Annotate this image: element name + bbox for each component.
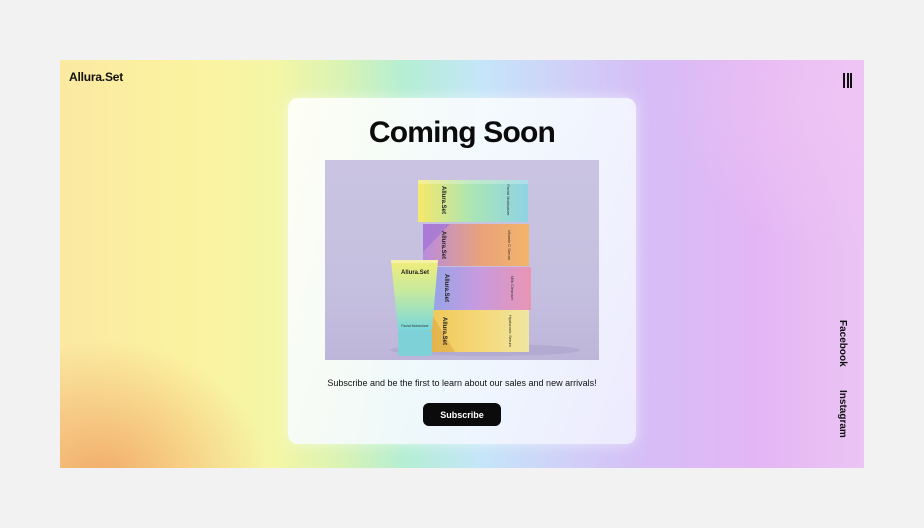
svg-text:Allura.Set: Allura.Set <box>441 317 447 345</box>
product-tube: Allura.Set Facial Moisturizer <box>391 260 438 356</box>
product-box-2: Allura.Set Vitamin C Serum <box>423 224 529 266</box>
page-title: Coming Soon <box>368 116 556 149</box>
svg-text:Milk Cleanser: Milk Cleanser <box>510 276 515 301</box>
svg-text:Facial Moisturizer: Facial Moisturizer <box>401 324 429 328</box>
svg-text:Facial Moisturizer: Facial Moisturizer <box>506 184 511 216</box>
svg-text:Allura.Set: Allura.Set <box>440 231 446 259</box>
subscribe-description: Subscribe and be the first to learn abou… <box>327 378 597 388</box>
product-box-1: Allura.Set Facial Moisturizer <box>418 180 528 222</box>
brand-logo[interactable]: Allura.Set <box>69 70 123 84</box>
svg-text:Allura.Set: Allura.Set <box>440 186 446 214</box>
svg-text:Allura.Set: Allura.Set <box>401 270 429 276</box>
product-box-3: Allura.Set Milk Cleanser <box>425 267 531 310</box>
hamburger-icon[interactable] <box>843 73 852 88</box>
svg-text:Hyaluronic Serum: Hyaluronic Serum <box>508 315 513 347</box>
svg-text:Allura.Set: Allura.Set <box>443 274 449 302</box>
svg-text:Vitamin C Serum: Vitamin C Serum <box>507 230 512 261</box>
coming-soon-card: Coming Soon Allura.Set Facial Moisturize… <box>288 98 636 444</box>
subscribe-button[interactable]: Subscribe <box>423 403 501 426</box>
instagram-link[interactable]: Instagram <box>834 390 848 438</box>
facebook-link[interactable]: Facebook <box>834 320 848 367</box>
product-image: Allura.Set Facial Moisturizer Allura.Set… <box>325 160 599 360</box>
hero-frame: Allura.Set Facebook Instagram Coming Soo… <box>60 60 864 468</box>
product-box-4: Allura.Set Hyaluronic Serum <box>429 310 529 352</box>
